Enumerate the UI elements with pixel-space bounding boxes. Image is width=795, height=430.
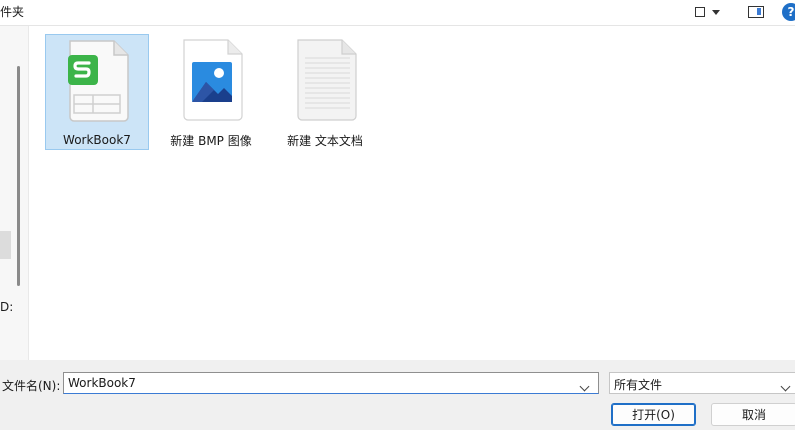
file-name: WorkBook7 <box>63 133 131 147</box>
cancel-button[interactable]: 取消 <box>711 403 795 426</box>
navigation-pane[interactable]: D: <box>0 26 29 360</box>
text-file-icon <box>297 39 357 121</box>
breadcrumb[interactable]: 件夹 <box>0 3 24 20</box>
nav-item-drive[interactable]: D: <box>0 300 13 314</box>
dialog-footer: 文件名(N): 所有文件 打开(O) 取消 <box>0 360 795 430</box>
view-mode-button[interactable] <box>695 3 720 21</box>
nav-scrollbar[interactable] <box>17 66 20 286</box>
nav-selected-item[interactable] <box>0 231 11 259</box>
file-list[interactable]: WorkBook7 新建 BMP 图像 新建 文本文档 <box>29 26 795 360</box>
chevron-down-icon <box>712 9 720 15</box>
image-file-icon <box>183 39 243 121</box>
help-icon[interactable]: ? <box>782 3 795 21</box>
chevron-down-icon <box>579 381 590 392</box>
filetype-select[interactable]: 所有文件 <box>609 372 795 394</box>
help-glyph: ? <box>787 5 795 19</box>
file-item-bmp[interactable]: 新建 BMP 图像 <box>159 34 263 150</box>
preview-pane-icon <box>748 6 764 18</box>
chevron-down-icon <box>780 381 791 392</box>
filetype-dropdown-button[interactable] <box>780 379 791 393</box>
preview-pane-button[interactable] <box>748 3 764 21</box>
toolbar: 件夹 ? <box>0 0 795 26</box>
filename-input[interactable] <box>63 372 599 394</box>
file-item-workbook7[interactable]: WorkBook7 <box>45 34 149 150</box>
file-name: 新建 文本文档 <box>287 134 363 148</box>
file-item-txt[interactable]: 新建 文本文档 <box>273 34 377 150</box>
file-name: 新建 BMP 图像 <box>170 134 252 148</box>
spreadsheet-file-icon <box>68 40 129 122</box>
view-icon <box>695 7 705 17</box>
filetype-selected: 所有文件 <box>614 378 663 392</box>
open-button[interactable]: 打开(O) <box>611 403 696 426</box>
filename-dropdown-button[interactable] <box>579 379 590 393</box>
filename-label: 文件名(N): <box>2 379 61 393</box>
